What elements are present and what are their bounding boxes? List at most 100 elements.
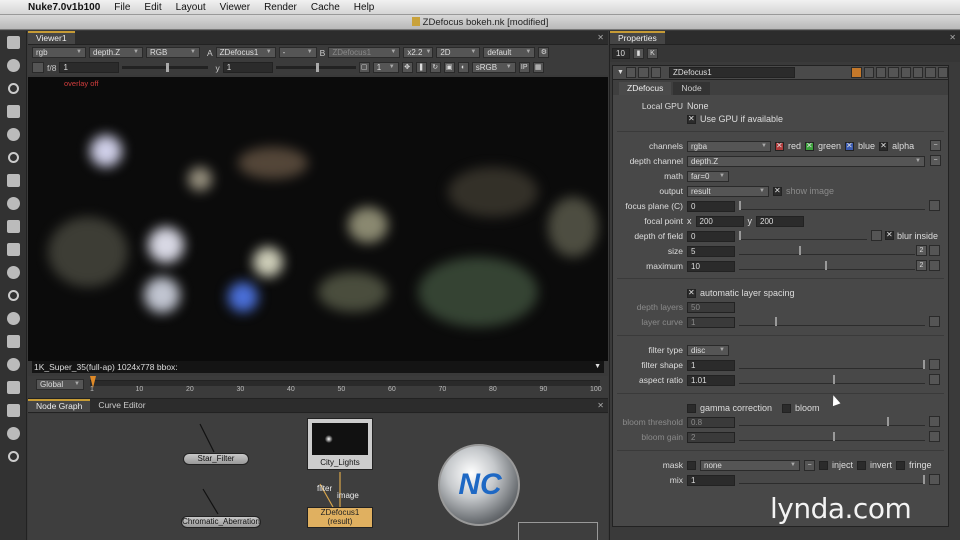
layer-curve-slider[interactable] <box>739 317 925 326</box>
dof-field[interactable]: 0 <box>687 230 735 242</box>
fstop-menu-button[interactable] <box>32 62 44 73</box>
animation-icon[interactable] <box>871 230 882 241</box>
auto-layer-checkbox[interactable] <box>687 288 696 298</box>
channels-minus-button[interactable]: − <box>930 140 941 151</box>
tab-zdefocus[interactable]: ZDefocus <box>619 82 672 95</box>
viewer-image[interactable]: overlay off <box>28 77 608 361</box>
animation-icon[interactable] <box>929 316 940 327</box>
knob-icon[interactable] <box>625 67 637 78</box>
toolbar-metadata-button[interactable] <box>0 330 27 353</box>
maximum-field[interactable]: 10 <box>687 260 735 272</box>
mask-channel-button[interactable]: − <box>804 459 815 471</box>
bloom-checkbox[interactable] <box>782 403 792 413</box>
gain-slider-knob[interactable] <box>166 63 170 72</box>
minimap[interactable] <box>518 522 598 540</box>
depth-channel-dropdown[interactable]: depth.Z ▼ <box>687 155 925 167</box>
fringe-checkbox[interactable] <box>896 460 906 470</box>
focus-plane-slider[interactable] <box>739 201 925 210</box>
bloom-threshold-field[interactable]: 0.8 <box>687 416 735 428</box>
animation-icon[interactable] <box>929 359 940 370</box>
chevron-down-icon[interactable]: ▼ <box>594 361 601 373</box>
menu-file[interactable]: File <box>114 2 130 13</box>
depth-layers-field[interactable]: 50 <box>687 301 735 313</box>
zoom-icon[interactable]: ✥ <box>401 62 413 73</box>
close-icon[interactable]: ✕ <box>949 33 956 42</box>
bloom-threshold-slider[interactable] <box>739 417 925 426</box>
undo-icon[interactable] <box>875 67 887 78</box>
aspect-ratio-slider-knob[interactable] <box>833 375 835 384</box>
animation-icon[interactable] <box>929 416 940 427</box>
gamma-slider[interactable] <box>275 63 356 72</box>
node-zdefocus[interactable]: ZDefocus1 (result) <box>307 507 373 528</box>
layer-curve-field[interactable]: 1 <box>687 316 735 328</box>
layer-curve-slider-knob[interactable] <box>775 317 777 326</box>
toolbar-filter-button[interactable] <box>0 146 27 169</box>
maximum-multi-button[interactable]: 2 <box>916 260 927 271</box>
redo-icon[interactable] <box>888 67 899 78</box>
clear-panels-icon[interactable]: K <box>647 48 658 59</box>
menu-help[interactable]: Help <box>354 2 375 13</box>
blue-checkbox[interactable] <box>845 141 855 151</box>
toolbar-draw-button[interactable] <box>0 54 27 77</box>
a-input-dropdown[interactable]: ZDefocus1 ▼ <box>215 47 276 58</box>
animation-icon[interactable] <box>929 200 940 211</box>
close-icon[interactable] <box>937 67 949 78</box>
dof-slider-knob[interactable] <box>739 231 741 240</box>
animation-icon[interactable] <box>929 245 940 256</box>
toolbar-gizmo-button[interactable] <box>0 399 27 422</box>
lock-icon[interactable]: ▮ <box>633 48 644 59</box>
size-multi-button[interactable]: 2 <box>916 245 927 256</box>
mask-dropdown[interactable]: none ▼ <box>700 459 800 471</box>
animation-icon[interactable] <box>929 260 940 271</box>
math-dropdown[interactable]: far=0 ▼ <box>687 170 729 182</box>
toolbar-furnace-button[interactable] <box>0 422 27 445</box>
toolbar-deep-button[interactable] <box>0 284 27 307</box>
aspect-ratio-slider[interactable] <box>739 375 925 384</box>
tab-curve-editor[interactable]: Curve Editor <box>90 399 153 412</box>
alpha-channel-dropdown[interactable]: depth.Z ▼ <box>89 47 143 58</box>
node-name-field[interactable]: ZDefocus1 <box>668 67 796 78</box>
toolbar-ocula-button[interactable] <box>0 445 27 468</box>
menu-cache[interactable]: Cache <box>311 2 340 13</box>
gamma-dropdown[interactable]: x2.2 ▼ <box>403 47 434 58</box>
focal-y-field[interactable]: 200 <box>756 215 804 227</box>
bloom-threshold-slider-knob[interactable] <box>887 417 889 426</box>
maximum-slider[interactable] <box>739 261 915 270</box>
node-star-filter[interactable]: Star_Filter <box>183 453 249 465</box>
wrench-icon[interactable] <box>650 67 661 78</box>
size-slider-knob[interactable] <box>799 246 801 255</box>
mask-icon[interactable]: ◐ <box>457 62 469 73</box>
app-menu[interactable]: Nuke7.0v1b100 <box>28 2 100 13</box>
channels-dropdown[interactable]: rgba ▼ <box>687 140 771 152</box>
tab-node[interactable]: Node <box>673 82 710 95</box>
gl-color-icon[interactable] <box>863 67 874 78</box>
gain-field[interactable]: 1 <box>59 62 120 73</box>
invert-checkbox[interactable] <box>857 460 867 470</box>
maximum-slider-knob[interactable] <box>825 261 827 270</box>
input-process-icon[interactable]: IP <box>518 62 530 73</box>
nodegraph-canvas[interactable]: Star_Filter Chromatic_Aberration City_Li… <box>28 414 608 540</box>
histogram-icon[interactable]: ▦ <box>532 62 544 73</box>
menu-edit[interactable]: Edit <box>144 2 161 13</box>
gain-slider[interactable] <box>122 63 209 72</box>
close-icon[interactable]: ✕ <box>597 401 604 410</box>
toolbar-merge-button[interactable] <box>0 192 27 215</box>
pause-icon[interactable]: ❚ <box>415 62 427 73</box>
proxy-dropdown[interactable]: 1 ▼ <box>372 62 399 73</box>
toolbar-views-button[interactable] <box>0 307 27 330</box>
max-panels-field[interactable]: 10 <box>612 48 630 59</box>
alpha-checkbox[interactable] <box>879 141 889 151</box>
bloom-gain-field[interactable]: 2 <box>687 431 735 443</box>
toolbar-3d-button[interactable] <box>0 238 27 261</box>
toolbar-color-button[interactable] <box>0 123 27 146</box>
bloom-gain-slider-knob[interactable] <box>833 432 835 441</box>
close-icon[interactable]: ✕ <box>597 33 604 42</box>
mix-slider[interactable] <box>739 475 925 484</box>
mix-slider-knob[interactable] <box>923 475 925 484</box>
collapse-icon[interactable]: ▼ <box>617 69 624 76</box>
size-field[interactable]: 5 <box>687 245 735 257</box>
tab-node-graph[interactable]: Node Graph <box>28 399 91 412</box>
toolbar-other-button[interactable] <box>0 376 27 399</box>
revert-icon[interactable] <box>900 67 911 78</box>
toolbar-toolsets-button[interactable] <box>0 353 27 376</box>
